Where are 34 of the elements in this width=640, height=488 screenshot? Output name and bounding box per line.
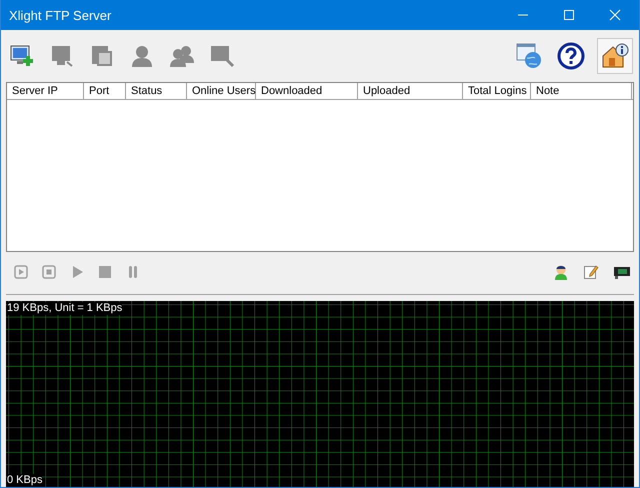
control-button[interactable] (613, 264, 631, 280)
document-edit-icon (89, 43, 115, 69)
user-icon (553, 264, 569, 280)
column-header[interactable]: Online Users (187, 83, 256, 99)
column-header[interactable]: Downloaded (256, 83, 358, 99)
users-icon (169, 43, 195, 69)
house-info-icon (601, 42, 629, 70)
column-header[interactable]: Total Logins (463, 83, 531, 99)
user-icon (129, 43, 155, 69)
column-header[interactable]: Status (126, 83, 187, 99)
column-header[interactable]: Uploaded (358, 83, 463, 99)
stop-icon (98, 265, 112, 279)
note-edit-icon (583, 264, 599, 280)
close-icon[interactable] (609, 9, 621, 21)
graph-axis-label: 0 KBps (7, 474, 42, 487)
toolbar-button[interactable] (597, 38, 633, 74)
column-header[interactable]: Port (84, 83, 126, 99)
column-header[interactable]: Server IP (7, 83, 84, 99)
play-box-icon (14, 265, 28, 279)
monitor-icon (49, 43, 75, 69)
monitor-plus-icon (9, 43, 35, 69)
graph-scale-label: 19 KBps, Unit = 1 KBps (7, 302, 122, 315)
search-icon (209, 43, 235, 69)
play-icon (70, 265, 84, 279)
window-title: Xlight FTP Server (9, 8, 112, 22)
toolbar-button[interactable] (555, 40, 587, 72)
column-header[interactable]: Note (531, 83, 632, 99)
pause-icon (126, 265, 140, 279)
stop-box-icon (42, 265, 56, 279)
help-icon (557, 42, 585, 70)
control-button[interactable] (553, 264, 569, 280)
maximize-icon[interactable] (563, 9, 575, 21)
network-card-icon (613, 264, 631, 280)
globe-window-icon (515, 42, 543, 70)
